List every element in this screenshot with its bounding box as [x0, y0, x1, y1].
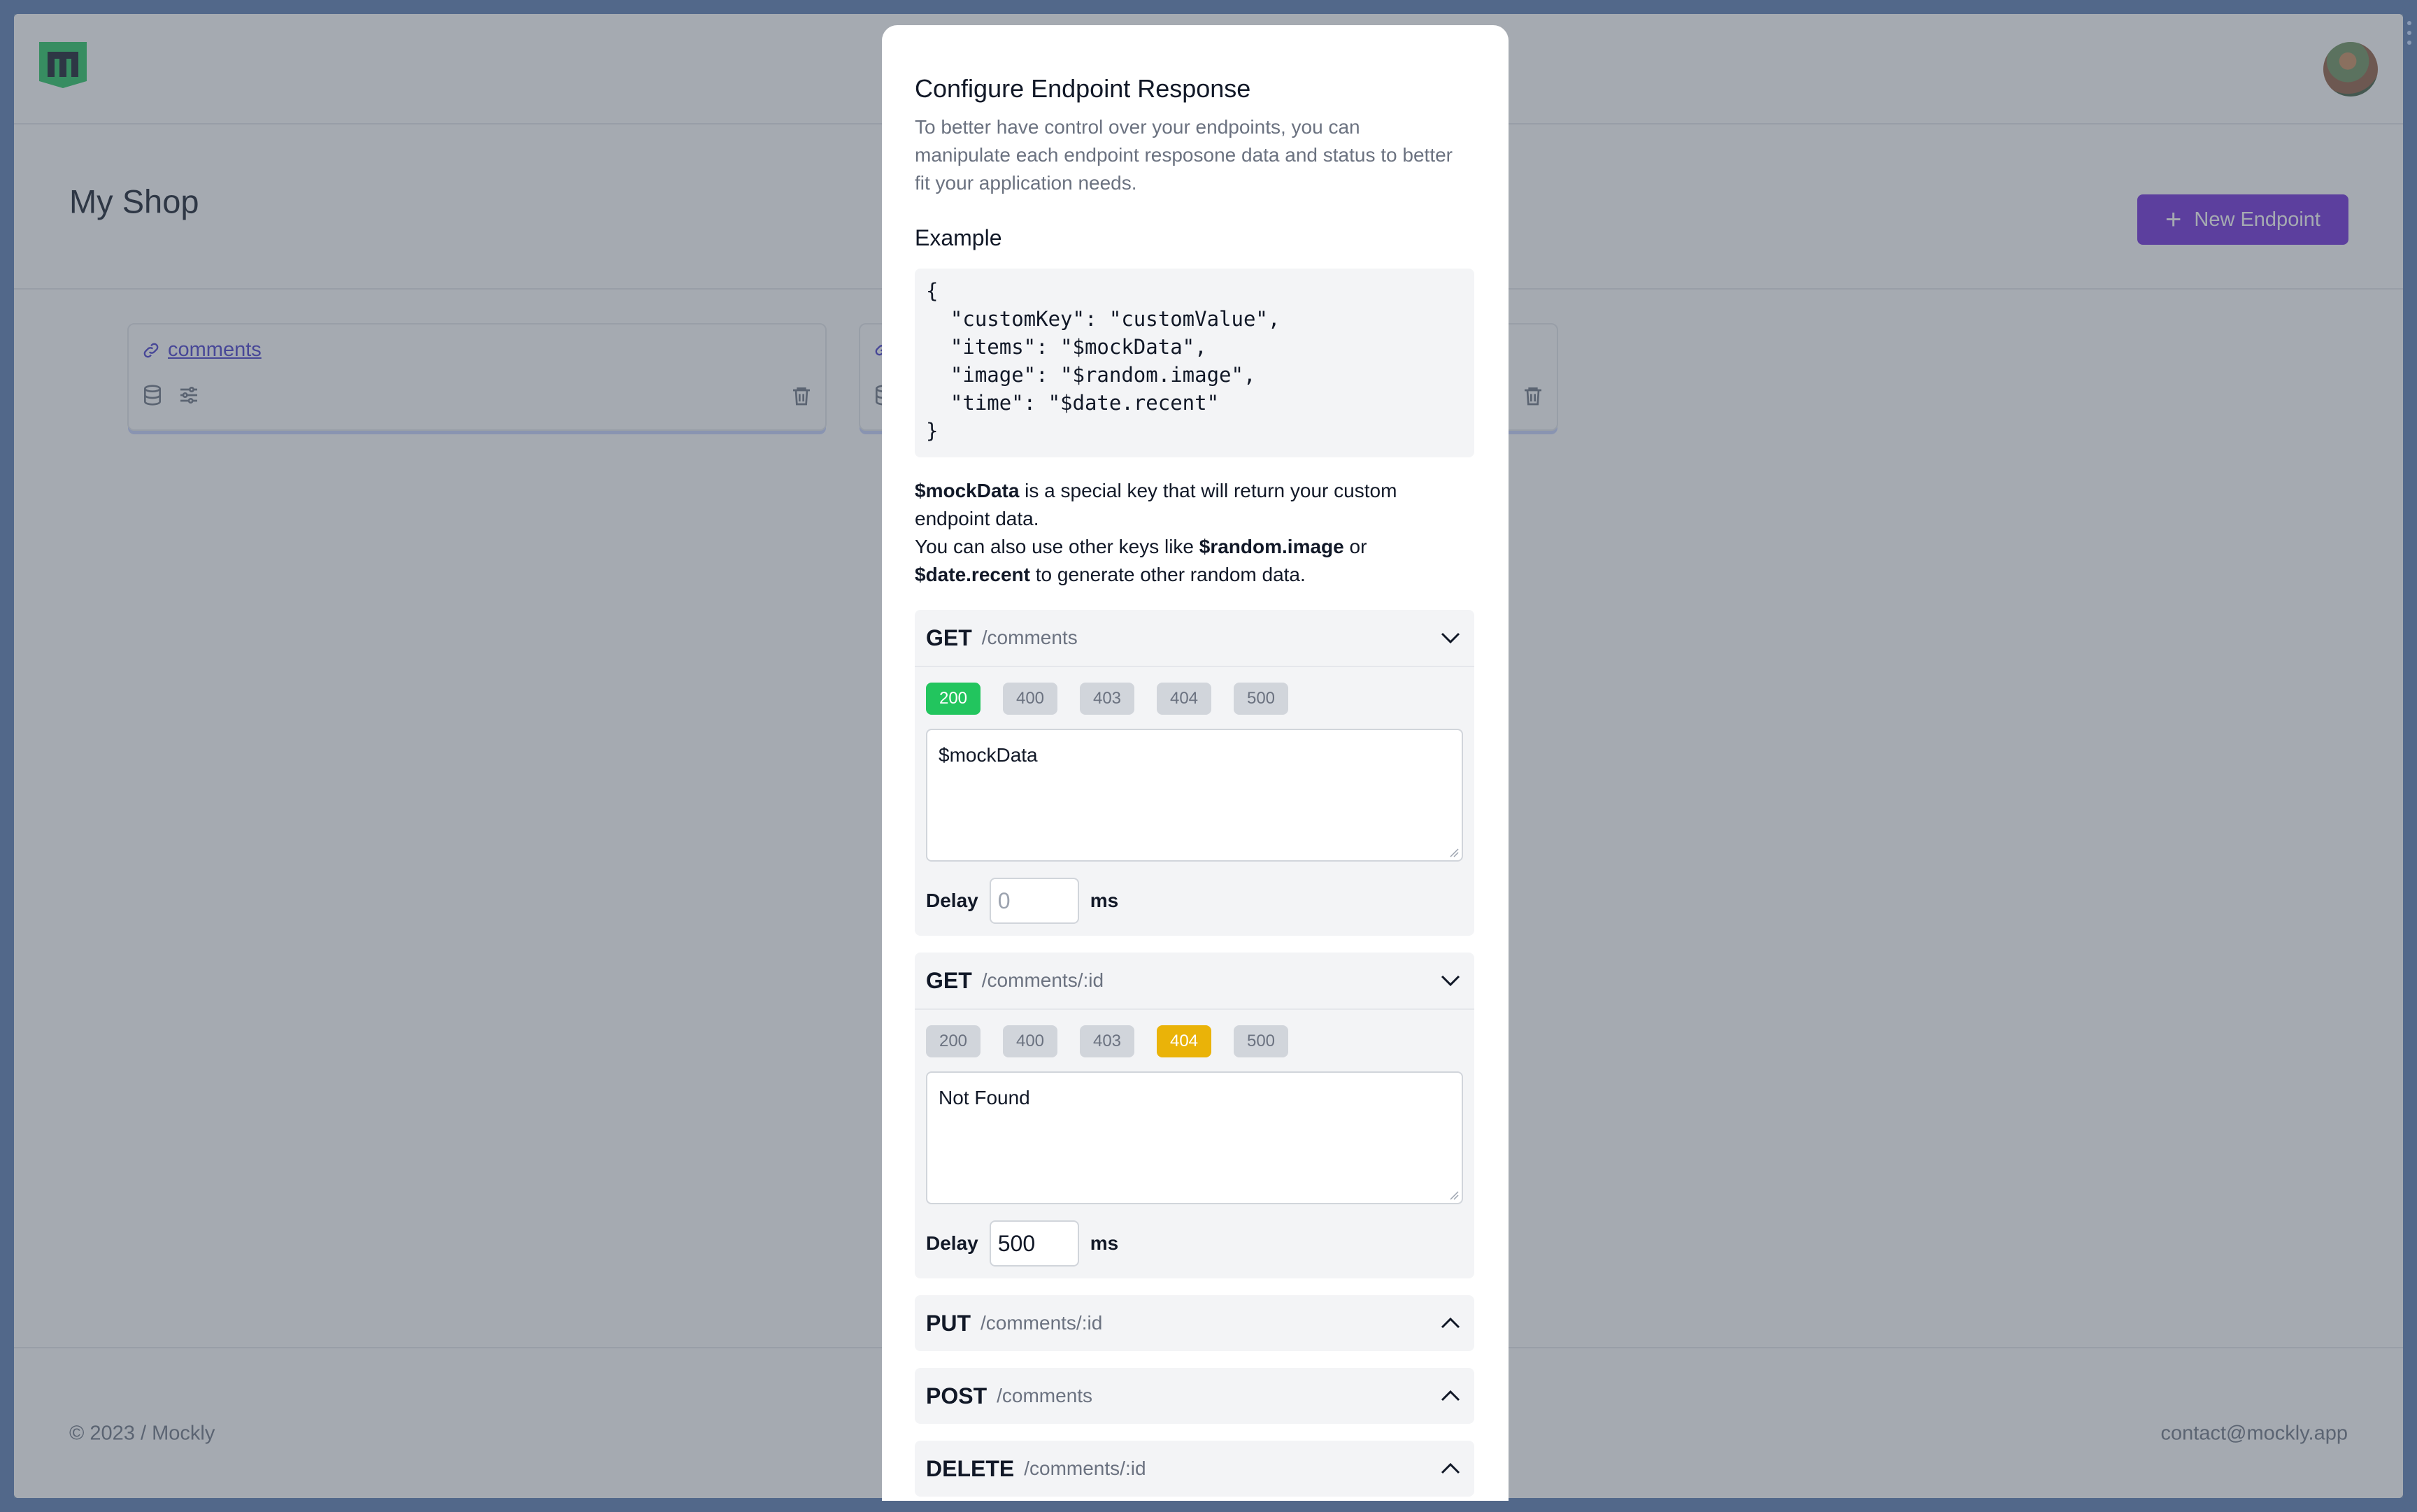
code-line: }: [926, 419, 939, 443]
http-method: GET: [926, 967, 972, 993]
note-text: or: [1343, 536, 1367, 557]
endpoint-path: /comments: [997, 1385, 1093, 1406]
code-line: {: [926, 279, 939, 303]
response-body-textarea[interactable]: $mockData: [926, 729, 1463, 862]
endpoint-panel-get-comments: GET /comments 200 400 403 404 500 $mockD…: [915, 610, 1474, 936]
chevron-up-icon[interactable]: [1439, 1459, 1462, 1478]
note-text: to generate other random data.: [1029, 564, 1306, 585]
note-key-random-image: $random.image: [1199, 536, 1344, 557]
chevron-down-icon[interactable]: [1439, 628, 1462, 648]
code-line: "items": "$mockData",: [926, 335, 1207, 359]
status-500-button[interactable]: 500: [1234, 1025, 1288, 1057]
delay-row: Delay 500 ms: [926, 1220, 1118, 1267]
special-keys-note: $mockData is a special key that will ret…: [915, 477, 1474, 589]
status-400-button[interactable]: 400: [1003, 1025, 1057, 1057]
ms-unit-label: ms: [1090, 1232, 1119, 1254]
note-key-mockdata: $mockData: [915, 480, 1020, 501]
status-200-button[interactable]: 200: [926, 683, 981, 715]
status-200-button[interactable]: 200: [926, 1025, 981, 1057]
modal-title: Configure Endpoint Response: [915, 74, 1251, 103]
delay-placeholder: 0: [997, 887, 1011, 913]
status-403-button[interactable]: 403: [1080, 683, 1134, 715]
resize-grip-icon[interactable]: [1449, 1190, 1459, 1200]
endpoint-panel-header[interactable]: DELETE /comments/:id: [915, 1441, 1474, 1497]
window-frame-right: [2403, 0, 2417, 1512]
chevron-up-icon[interactable]: [1439, 1313, 1462, 1333]
endpoint-panel-get-comment-by-id: GET /comments/:id 200 400 403 404 500 No…: [915, 953, 1474, 1278]
example-heading: Example: [915, 225, 1002, 250]
status-code-selector: 200 400 403 404 500: [926, 683, 1288, 715]
delay-row: Delay 0 ms: [926, 877, 1118, 925]
delay-input[interactable]: 500: [989, 1220, 1079, 1267]
note-text: You can also use other keys like: [915, 536, 1199, 557]
delay-value: 500: [997, 1230, 1036, 1256]
code-line: "image": "$random.image",: [926, 363, 1256, 387]
delay-input[interactable]: 0: [989, 878, 1079, 924]
panel-divider: [915, 1008, 1474, 1010]
code-line: "customKey": "customValue",: [926, 307, 1281, 331]
response-body-textarea[interactable]: Not Found: [926, 1071, 1463, 1204]
status-500-button[interactable]: 500: [1234, 683, 1288, 715]
configure-response-modal: Configure Endpoint Response To better ha…: [882, 25, 1509, 1501]
http-method: PUT: [926, 1310, 971, 1336]
status-404-button[interactable]: 404: [1157, 1025, 1211, 1057]
status-404-button[interactable]: 404: [1157, 683, 1211, 715]
http-method: GET: [926, 625, 972, 650]
endpoint-panel-header[interactable]: PUT /comments/:id: [915, 1295, 1474, 1351]
window-frame-top: [0, 0, 2417, 14]
chevron-down-icon[interactable]: [1439, 971, 1462, 990]
modal-description: To better have control over your endpoin…: [915, 116, 1453, 194]
status-403-button[interactable]: 403: [1080, 1025, 1134, 1057]
response-body-text: $mockData: [939, 744, 1038, 766]
status-code-selector: 200 400 403 404 500: [926, 1025, 1288, 1057]
http-method: DELETE: [926, 1455, 1015, 1481]
window-frame-left: [0, 0, 14, 1512]
endpoint-panel-header[interactable]: GET /comments/:id: [915, 953, 1474, 1008]
endpoint-path: /comments/:id: [981, 1312, 1103, 1334]
endpoint-panel-header[interactable]: POST /comments: [915, 1368, 1474, 1424]
ms-unit-label: ms: [1090, 890, 1119, 911]
delay-label: Delay: [926, 1232, 978, 1254]
status-400-button[interactable]: 400: [1003, 683, 1057, 715]
http-method: POST: [926, 1383, 988, 1408]
window-resize-handle[interactable]: [2407, 21, 2414, 50]
panel-divider: [915, 666, 1474, 667]
code-line: "time": "$date.recent": [926, 391, 1220, 415]
endpoint-panel-post-comments: POST /comments: [915, 1368, 1474, 1424]
endpoint-path: /comments/:id: [1024, 1457, 1146, 1479]
response-body-text: Not Found: [939, 1087, 1030, 1108]
note-key-date-recent: $date.recent: [915, 564, 1030, 585]
endpoint-panel-delete-comment: DELETE /comments/:id: [915, 1441, 1474, 1497]
endpoint-panel-header[interactable]: GET /comments: [915, 610, 1474, 666]
chevron-up-icon[interactable]: [1439, 1386, 1462, 1406]
endpoint-panel-put-comment: PUT /comments/:id: [915, 1295, 1474, 1351]
endpoint-path: /comments: [981, 627, 1078, 648]
endpoint-path: /comments/:id: [981, 969, 1104, 991]
example-code-block: { "customKey": "customValue", "items": "…: [915, 269, 1474, 457]
delay-label: Delay: [926, 890, 978, 911]
resize-grip-icon[interactable]: [1449, 848, 1459, 857]
